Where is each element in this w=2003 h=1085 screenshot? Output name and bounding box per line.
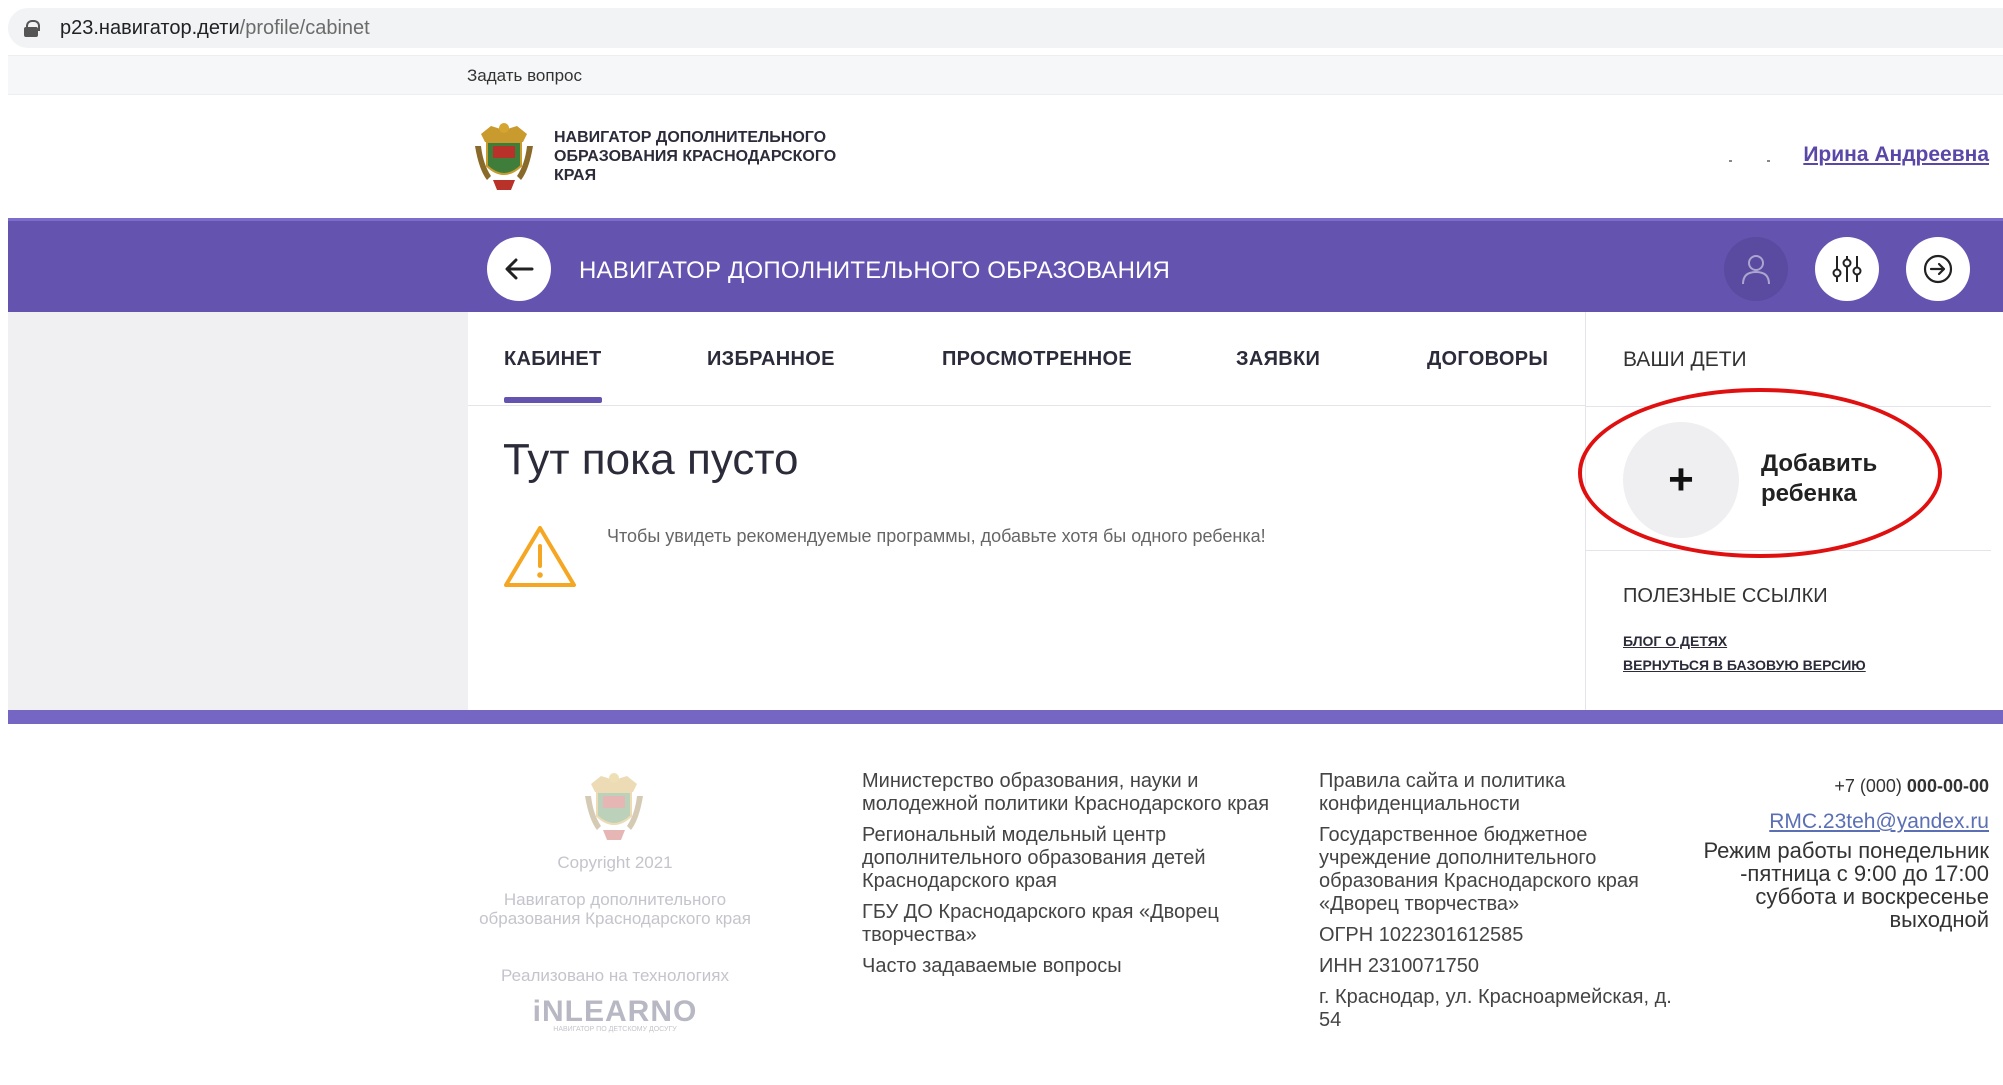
exit-button[interactable]: [1906, 237, 1970, 301]
exit-icon: [1923, 254, 1953, 284]
url-path: /profile/cabinet: [239, 16, 370, 39]
empty-state-title: Тут пока пусто: [503, 435, 799, 484]
profile-button[interactable]: [1724, 237, 1788, 301]
cabinet-tabs: КАБИНЕТ ИЗБРАННОЕ ПРОСМОТРЕННОЕ ЗАЯВКИ Д…: [468, 312, 1585, 406]
add-child-button[interactable]: +: [1623, 422, 1739, 538]
top-utility-bar: Задать вопрос: [8, 55, 2003, 95]
emblem-logo[interactable]: [473, 120, 535, 192]
url-host: p23.навигатор.дети: [60, 16, 240, 39]
tab-contracts[interactable]: ДОГОВОРЫ: [1427, 348, 1548, 371]
logo-text[interactable]: НАВИГАТОР ДОПОЛНИТЕЛЬНОГО ОБРАЗОВАНИЯ КР…: [554, 128, 874, 185]
ask-question-link[interactable]: Задать вопрос: [467, 66, 582, 86]
footer-site-name: Навигатор дополнительного образования Кр…: [479, 890, 751, 928]
inlearno-logo[interactable]: iNLEARNO: [520, 995, 710, 1029]
tab-favorites[interactable]: ИЗБРАННОЕ: [707, 348, 835, 371]
footer-band: [8, 710, 2003, 724]
footer-link[interactable]: Региональный модельный центр дополнитель…: [862, 824, 1282, 893]
footer-contacts: +7 (000) 000-00-00 RMC.23teh@yandex.ru Р…: [1659, 775, 1989, 931]
footer-emblem-logo: [585, 773, 643, 840]
footer-link[interactable]: Часто задаваемые вопросы: [862, 955, 1282, 978]
children-heading: ВАШИ ДЕТИ: [1623, 348, 1747, 371]
footer-inn: ИНН 2310071750: [1319, 955, 1480, 977]
back-arrow-icon: [505, 258, 534, 280]
footer-copyright: Copyright 2021: [557, 853, 673, 872]
divider: [1586, 406, 1991, 407]
warning-icon: [504, 526, 576, 587]
cabinet-main: КАБИНЕТ ИЗБРАННОЕ ПРОСМОТРЕННОЕ ЗАЯВКИ Д…: [468, 312, 1585, 710]
children-sidebar: ВАШИ ДЕТИ + Добавить ребенка ПОЛЕЗНЫЕ СС…: [1585, 312, 2003, 710]
user-name-link[interactable]: Ирина Андреевна: [1803, 143, 1989, 167]
phone-prefix: +7 (000): [1834, 776, 1902, 796]
user-icon: [1742, 255, 1770, 285]
lock-icon: [24, 19, 40, 37]
basic-version-link[interactable]: ВЕРНУТЬСЯ В БАЗОВУЮ ВЕРСИЮ: [1623, 657, 1866, 673]
footer-ogrn: ОГРН 1022301612585: [1319, 924, 1524, 946]
useful-links-heading: ПОЛЕЗНЫЕ ССЫЛКИ: [1623, 585, 1828, 607]
left-gutter: [8, 312, 468, 710]
phone-number: 000-00-00: [1906, 776, 1989, 796]
address-bar[interactable]: p23.навигатор.дети/profile/cabinet: [8, 8, 2003, 48]
divider: [1586, 550, 1991, 551]
tab-cabinet[interactable]: КАБИНЕТ: [504, 348, 602, 403]
footer-work-mode: Режим работы понедельник -пятница с 9:00…: [1703, 838, 1989, 932]
footer-org-name: Государственное бюджетное учреждение доп…: [1319, 824, 1639, 915]
footer-link[interactable]: Министерство образования, науки и молоде…: [862, 770, 1282, 816]
footer-links-col-2: Правила сайта и политика конфиденциально…: [1319, 770, 1699, 1040]
footer-address: г. Краснодар, ул. Красноармейская, д. 54: [1319, 986, 1672, 1031]
tab-viewed[interactable]: ПРОСМОТРЕННОЕ: [942, 348, 1132, 371]
add-child-label[interactable]: Добавить ребенка: [1761, 449, 1911, 509]
navbar-title: НАВИГАТОР ДОПОЛНИТЕЛЬНОГО ОБРАЗОВАНИЯ: [579, 257, 1171, 284]
blog-link[interactable]: БЛОГ О ДЕТЯХ: [1623, 633, 1727, 649]
footer-tech-note: Реализовано на технологиях: [500, 966, 729, 985]
inlearno-tagline: НАВИГАТОР ПО ДЕТСКОМУ ДОСУГУ: [553, 1026, 677, 1033]
footer-link[interactable]: Правила сайта и политика конфиденциально…: [1319, 770, 1699, 816]
plus-icon: +: [1668, 455, 1694, 504]
footer-link[interactable]: ГБУ ДО Краснодарского края «Дворец творч…: [862, 901, 1282, 947]
tab-applications[interactable]: ЗАЯВКИ: [1236, 348, 1320, 371]
filters-icon: [1832, 256, 1862, 282]
footer-phone[interactable]: +7 (000) 000-00-00: [1659, 775, 1989, 798]
warning-message: Чтобы увидеть рекомендуемые программы, д…: [607, 526, 1266, 546]
main-navbar: НАВИГАТОР ДОПОЛНИТЕЛЬНОГО ОБРАЗОВАНИЯ: [8, 218, 2003, 312]
back-button[interactable]: [487, 237, 551, 301]
footer-email-link[interactable]: RMC.23teh@yandex.ru: [1659, 810, 1989, 833]
user-avatar-placeholder: [1723, 160, 1770, 162]
footer-links-col-1: Министерство образования, науки и молоде…: [862, 770, 1282, 986]
filters-button[interactable]: [1815, 237, 1879, 301]
